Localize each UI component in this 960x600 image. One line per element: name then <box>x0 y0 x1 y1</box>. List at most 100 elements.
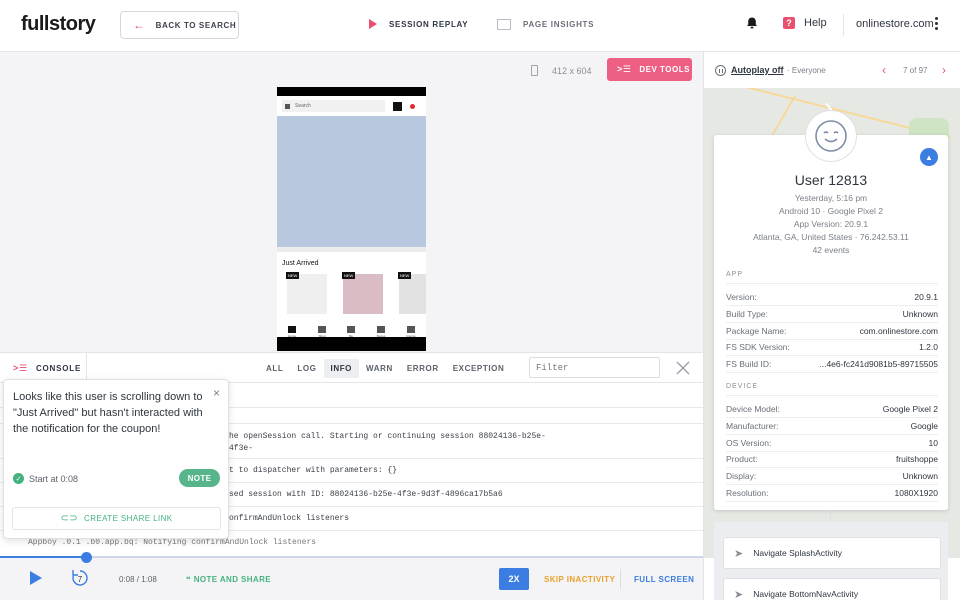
autoplay-toggle[interactable]: Autoplay off <box>731 65 784 75</box>
user-location: Atlanta, GA, United States · 76.242.53.1… <box>753 232 909 242</box>
phone-status-bar <box>277 87 426 96</box>
detail-value: Google Pixel 2 <box>882 404 938 414</box>
dimensions-label: 412 x 604 <box>552 65 592 76</box>
collapse-icon[interactable]: ▲ <box>920 148 938 166</box>
phone-system-bar <box>277 337 426 351</box>
create-share-link-label: CREATE SHARE LINK <box>84 514 173 523</box>
detail-row: Resolution: 1080X1920 <box>726 485 938 502</box>
event-item[interactable]: ➤ Navigate BottomNavActivity <box>723 578 941 600</box>
phone-screen[interactable]: Search Just Arrived NEW NEW NEW Home Sho… <box>277 87 426 351</box>
device-section-title: DEVICE <box>726 383 759 390</box>
filter-info[interactable]: INFO <box>323 359 360 378</box>
arrow-left-icon: ← <box>133 18 146 32</box>
console-filter-input[interactable] <box>529 357 660 378</box>
detail-value: com.onlinestore.com <box>859 325 938 336</box>
smiley-icon <box>815 120 847 152</box>
detail-key: Resolution: <box>726 488 769 498</box>
replay-player: 412 x 604 >☰ DEV TOOLS Search Just Arriv… <box>0 52 703 352</box>
filter-log[interactable]: LOG <box>290 359 323 378</box>
detail-row: Version: 20.9.1 <box>726 289 938 306</box>
sidebar-header: Autoplay off · Everyone ‹ 7 of 97 › <box>704 52 960 88</box>
back-to-search-button[interactable]: ← BACK TO SEARCH <box>120 11 239 39</box>
note-button[interactable]: NOTE <box>179 469 220 487</box>
close-icon[interactable]: × <box>213 386 220 400</box>
search-icon <box>285 103 290 109</box>
detail-value: 1.2.0 <box>919 342 938 353</box>
detail-value: fruitshoppe <box>895 454 938 465</box>
divider <box>620 569 621 589</box>
detail-key: Version: <box>726 292 757 302</box>
tab-page-insights[interactable]: PAGE INSIGHTS <box>497 19 594 30</box>
phone-hero-banner <box>277 116 426 247</box>
event-count: 42 events <box>812 245 850 255</box>
note-and-share-button[interactable]: ❝ NOTE AND SHARE <box>186 575 271 584</box>
time-display: 0:08 / 1:08 <box>119 575 157 584</box>
logo[interactable]: fullstory <box>21 13 96 36</box>
chevron-right-icon[interactable]: › <box>942 63 946 77</box>
nav-stores-icon <box>377 326 385 333</box>
detail-key: Manufacturer: <box>726 420 779 431</box>
create-share-link-button[interactable]: ⊂⊃ CREATE SHARE LINK <box>12 507 221 530</box>
filter-error[interactable]: ERROR <box>400 359 446 378</box>
rewind-seconds: 7 <box>78 575 83 584</box>
terminal-icon: >☰ <box>13 362 28 373</box>
dev-tools-button[interactable]: >☰ DEV TOOLS <box>607 58 692 81</box>
tab-session-replay[interactable]: SESSION REPLAY <box>369 19 468 29</box>
detail-row: Manufacturer: Google <box>726 418 938 435</box>
filter-all[interactable]: ALL <box>259 359 290 378</box>
user-name: User 12813 <box>794 172 868 188</box>
detail-row: Display: Unknown <box>726 468 938 486</box>
note-text: Looks like this user is scrolling down t… <box>13 391 203 435</box>
log-text: sed session with ID: 88024136-b25e-4f3e-… <box>229 490 503 499</box>
detail-value: 1080X1920 <box>894 488 939 498</box>
filter-warn[interactable]: WARN <box>359 359 400 378</box>
log-text: t to dispatcher with parameters: {} <box>229 466 398 475</box>
scrollbar[interactable] <box>830 510 831 522</box>
detail-key: Build Type: <box>726 308 768 319</box>
new-badge: NEW <box>342 272 356 279</box>
detail-value: Google <box>910 420 938 431</box>
page-insights-icon <box>497 19 511 30</box>
rewind-icon[interactable]: 7 <box>70 568 90 588</box>
speed-button[interactable]: 2X <box>499 568 529 590</box>
segment-label: · Everyone <box>787 66 826 75</box>
detail-key: Package Name: <box>726 325 787 336</box>
event-item[interactable]: ➤ Navigate SplashActivity <box>723 537 941 569</box>
close-icon[interactable] <box>675 360 691 376</box>
phone-product: NEW <box>398 272 426 314</box>
progress-track[interactable] <box>0 556 703 558</box>
detail-key: FS SDK Version: <box>726 342 790 353</box>
detail-row: Device Model: Google Pixel 2 <box>726 401 938 418</box>
navigate-icon: ➤ <box>734 547 744 560</box>
divider <box>726 283 938 284</box>
play-button[interactable] <box>30 571 42 585</box>
phone-search-row: Search <box>277 96 426 116</box>
chevron-left-icon[interactable]: ‹ <box>882 63 886 77</box>
start-at[interactable]: ✓ Start at 0:08 <box>13 473 78 484</box>
skip-inactivity-button[interactable]: SKIP INACTIVITY <box>544 575 615 584</box>
divider <box>843 14 844 36</box>
viewport-dimensions: 412 x 604 <box>531 65 592 76</box>
more-menu-icon[interactable] <box>934 17 938 30</box>
filter-exception[interactable]: EXCEPTION <box>446 359 512 378</box>
org-name[interactable]: onlinestore.com <box>856 18 934 30</box>
progress-handle[interactable] <box>81 552 93 563</box>
full-screen-button[interactable]: FULL SCREEN <box>634 575 694 584</box>
detail-value: 10 <box>928 437 938 448</box>
help-label: Help <box>804 17 827 29</box>
detail-row: FS SDK Version: 1.2.0 <box>726 339 938 357</box>
pause-icon[interactable] <box>715 65 726 76</box>
phone-product: NEW <box>286 272 327 314</box>
tab-page-insights-label: PAGE INSIGHTS <box>523 20 595 29</box>
progress-fill <box>0 556 87 558</box>
play-icon <box>369 19 377 29</box>
log-text: he openSession call. Starting or continu… <box>229 432 546 453</box>
note-and-share-label: NOTE AND SHARE <box>193 575 272 584</box>
playback-bar: 7 0:08 / 1:08 ❝ NOTE AND SHARE 2X SKIP I… <box>0 552 703 600</box>
start-at-label: Start at 0:08 <box>29 473 79 484</box>
detail-row: Package Name: com.onlinestore.com <box>726 323 938 340</box>
bell-icon[interactable] <box>745 16 759 30</box>
phone-product: NEW <box>342 272 383 314</box>
help-button[interactable]: ? Help <box>783 17 827 29</box>
top-bar: fullstory ← BACK TO SEARCH SESSION REPLA… <box>0 0 960 52</box>
